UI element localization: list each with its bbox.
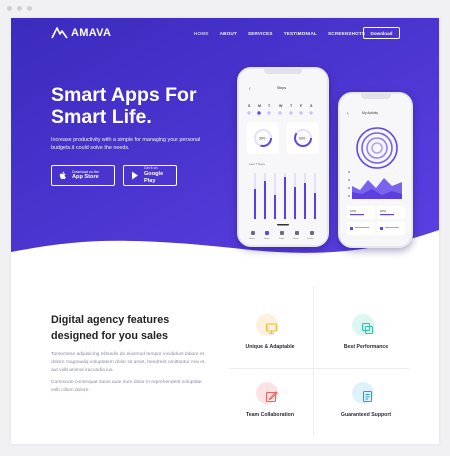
weekday-label: S — [310, 104, 313, 108]
feature-icon-wrap — [346, 382, 386, 410]
activity-screen: ‹ My Activity 10% 20% — [347, 111, 405, 235]
weekday-label: T — [268, 104, 271, 108]
tab-label: Profile — [307, 237, 314, 240]
tab-label: Notes — [293, 237, 300, 240]
svg-text:‹: ‹ — [347, 111, 349, 117]
hero-description: Increase productivity with a simple for … — [51, 137, 201, 151]
app-store-button[interactable]: Download on the App Store — [51, 165, 115, 186]
hero-title: Smart Apps For Smart Life. — [51, 84, 241, 128]
steps-screen: ‹ Steps S M T W T F S 30% 60% Last 7 Day… — [247, 86, 319, 240]
window-dot-icon[interactable] — [27, 6, 32, 11]
tab-label: Inbox — [279, 238, 285, 240]
weekday-label: M — [258, 104, 261, 108]
features-paragraph: Torsectetur adipisicing elitsedis do eiu… — [51, 352, 206, 373]
feature-icon-wrap — [250, 382, 290, 410]
nav-link-about[interactable]: ABOUT — [220, 31, 237, 36]
grid-divider — [229, 368, 409, 369]
feature-card-collaboration[interactable]: Team Collaboration — [225, 382, 315, 418]
feature-card-performance[interactable]: Best Performance — [321, 314, 411, 350]
play-store-icon — [131, 171, 138, 180]
tab-label: Home — [249, 238, 256, 240]
download-button[interactable]: Download — [363, 27, 400, 39]
nav-link-services[interactable]: SERVICES — [248, 31, 273, 36]
monitor-icon — [265, 323, 278, 334]
nav-link-screenshots[interactable]: SCREENSHOTS — [328, 31, 365, 36]
feature-label: Guaranteed Support — [340, 412, 392, 418]
features-heading-line: designed for you sales — [51, 330, 168, 342]
phone-mockup-steps: ‹ Steps S M T W T F S 30% 60% Last 7 Day… — [237, 67, 329, 247]
weekday-label: W — [279, 104, 283, 108]
weekday-row: S M T W T F S — [248, 104, 313, 108]
chart-label: Last 7 Days — [249, 162, 265, 166]
feature-card-support[interactable]: Guaranteed Support — [321, 382, 411, 418]
edit-icon — [265, 391, 278, 403]
feature-icon-wrap — [250, 314, 290, 342]
features-heading: Digital agency features designed for you… — [51, 312, 221, 344]
brand-logo[interactable]: AMAVA — [51, 27, 111, 39]
browser-window: AMAVA HOME ABOUT SERVICES TESTIMONIAL SC… — [0, 0, 450, 456]
steps-screen-title: Steps — [277, 86, 286, 90]
hero-title-line: Smart Life. — [51, 106, 152, 128]
features-heading-line: Digital agency features — [51, 314, 170, 326]
google-play-text: Get it on Google Play — [144, 166, 176, 185]
hero-section: AMAVA HOME ABOUT SERVICES TESTIMONIAL SC… — [11, 18, 439, 268]
feature-icon-wrap — [346, 314, 386, 342]
app-store-label: App Store — [72, 174, 99, 181]
weekday-label: F — [300, 104, 303, 108]
document-icon — [362, 390, 373, 403]
stat-value: 20% — [380, 209, 386, 213]
feature-card-unique[interactable]: Unique & Adaptable — [225, 314, 315, 350]
landing-page: AMAVA HOME ABOUT SERVICES TESTIMONIAL SC… — [11, 18, 439, 444]
feature-label: Team Collaboration — [245, 412, 295, 418]
svg-text:‹: ‹ — [249, 86, 251, 92]
brand-name: AMAVA — [71, 27, 112, 39]
apple-icon — [59, 171, 66, 180]
ring-value: 30% — [259, 137, 266, 141]
features-paragraph: Commodo consequat duuis aute irure dolor… — [51, 380, 202, 394]
nav-link-home[interactable]: HOME — [194, 31, 209, 36]
logo-mark-icon — [51, 27, 68, 39]
phone-mockup-activity: ‹ My Activity 10% 20% — [338, 92, 413, 248]
feature-label: Unique & Adaptable — [245, 344, 295, 350]
stat-value: 10% — [350, 209, 356, 213]
top-navigation: AMAVA HOME ABOUT SERVICES TESTIMONIAL SC… — [11, 18, 439, 48]
feature-label: Best Performance — [343, 344, 389, 350]
window-controls — [7, 6, 32, 11]
app-store-text: Download on the App Store — [72, 170, 99, 182]
ring-value: 60% — [299, 137, 306, 141]
google-play-label: Google Play — [143, 170, 164, 184]
weekday-label: T — [290, 104, 293, 108]
layers-icon — [361, 322, 374, 335]
activity-screen-title: My Activity — [362, 111, 378, 115]
nav-link-testimonial[interactable]: TESTIMONIAL — [284, 31, 317, 36]
window-dot-icon[interactable] — [7, 6, 12, 11]
weekday-label: S — [248, 104, 251, 108]
google-play-button[interactable]: Get it on Google Play — [123, 165, 177, 186]
hero-title-line: Smart Apps For — [51, 84, 197, 106]
nav-links: HOME ABOUT SERVICES TESTIMONIAL SCREENSH… — [194, 31, 365, 36]
tab-label: Steps — [264, 237, 270, 240]
window-dot-icon[interactable] — [17, 6, 22, 11]
features-body: Torsectetur adipisicing elitsedis do eiu… — [51, 351, 211, 400]
